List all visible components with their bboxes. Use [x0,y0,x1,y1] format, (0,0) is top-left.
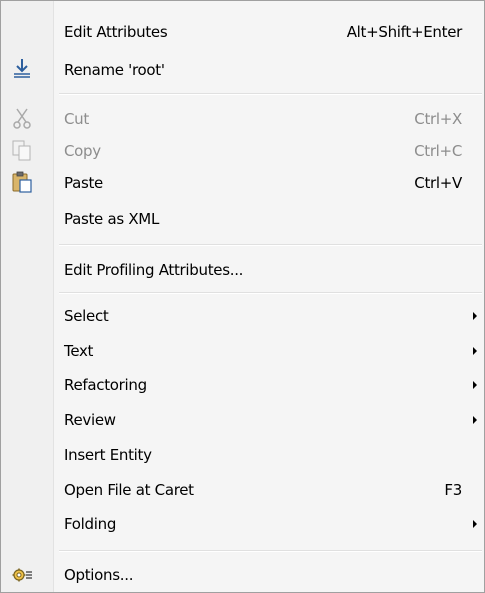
menu-item-label: Paste [64,174,103,192]
menu-item-shortcut: Ctrl+X [414,110,462,128]
menu-item-folding[interactable]: Folding [1,508,484,540]
menu-item-label: Insert Entity [64,446,152,464]
menu-item-paste[interactable]: Paste Ctrl+V [1,167,484,199]
menu-item-label: Open File at Caret [64,481,194,499]
scissors-icon [10,106,34,130]
menu-item-label: Paste as XML [64,210,160,228]
menu-item-label: Rename 'root' [64,61,165,79]
menu-separator [59,244,482,246]
menu-item-refactoring[interactable]: Refactoring [1,369,484,401]
menu-item-label: Edit Attributes [64,23,168,41]
menu-item-review[interactable]: Review [1,404,484,436]
menu-item-label: Review [64,411,116,429]
menu-item-shortcut: Alt+Shift+Enter [346,23,463,41]
menu-item-select[interactable]: Select [1,300,484,332]
menu-item-options[interactable]: Options... [1,559,484,591]
copy-icon [10,138,34,162]
menu-item-paste-as-xml[interactable]: Paste as XML [1,203,484,235]
menu-item-label: Cut [64,110,89,128]
menu-item-label: Select [64,307,109,325]
context-menu: Edit Attributes Alt+Shift+Enter Rename '… [0,0,485,593]
menu-item-cut[interactable]: Cut Ctrl+X [1,103,484,135]
menu-item-label: Copy [64,142,101,160]
menu-item-rename[interactable]: Rename 'root' [1,54,484,86]
menu-item-edit-attributes[interactable]: Edit Attributes Alt+Shift+Enter [1,16,484,48]
menu-separator [59,292,482,294]
submenu-arrow-icon [473,416,477,424]
gear-list-icon [10,562,34,586]
submenu-arrow-icon [473,381,477,389]
menu-item-label: Refactoring [64,376,147,394]
menu-item-label: Edit Profiling Attributes... [64,261,244,279]
menu-item-shortcut: F3 [444,481,462,499]
menu-item-shortcut: Ctrl+V [414,174,462,192]
menu-item-edit-profiling-attributes[interactable]: Edit Profiling Attributes... [1,254,484,286]
rename-icon [10,57,34,81]
menu-item-label: Text [64,342,94,360]
menu-item-open-file-at-caret[interactable]: Open File at Caret F3 [1,474,484,506]
submenu-arrow-icon [473,520,477,528]
menu-separator [59,93,482,95]
submenu-arrow-icon [473,347,477,355]
menu-item-label: Folding [64,515,117,533]
menu-item-copy[interactable]: Copy Ctrl+C [1,135,484,167]
menu-item-insert-entity[interactable]: Insert Entity [1,439,484,471]
menu-item-text[interactable]: Text [1,335,484,367]
menu-item-shortcut: Ctrl+C [414,142,462,160]
clipboard-icon [10,170,34,194]
menu-item-label: Options... [64,566,134,584]
menu-separator [59,550,482,552]
submenu-arrow-icon [473,312,477,320]
